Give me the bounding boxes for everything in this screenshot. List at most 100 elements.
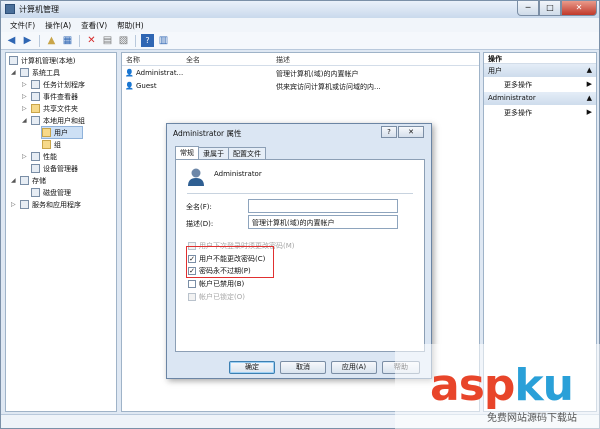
expand-icon[interactable]: ▷ bbox=[22, 93, 30, 100]
dialog-tabs: 常规 隶属于 配置文件 bbox=[175, 146, 266, 159]
account-locked-checkbox: 帐户已锁定(O) bbox=[188, 292, 245, 302]
list-cell-name: Guest bbox=[136, 82, 157, 90]
collapse-icon[interactable]: ◢ bbox=[11, 69, 19, 76]
computer-icon bbox=[9, 56, 18, 65]
dialog-close-button[interactable]: ✕ bbox=[398, 126, 424, 138]
export-icon[interactable]: ▧ bbox=[117, 34, 130, 47]
help-icon[interactable]: ? bbox=[141, 34, 154, 47]
event-viewer-icon bbox=[31, 92, 40, 101]
show-action-pane-icon[interactable]: ▥ bbox=[157, 34, 170, 47]
computer-management-icon bbox=[5, 4, 15, 14]
folder-icon bbox=[42, 140, 51, 149]
users-icon bbox=[31, 116, 40, 125]
clock-icon bbox=[31, 80, 40, 89]
menu-view[interactable]: 查看(V) bbox=[76, 18, 112, 32]
show-tree-icon[interactable]: ▦ bbox=[61, 34, 74, 47]
expand-icon[interactable]: ▷ bbox=[22, 81, 30, 88]
submenu-arrow-icon: ▶ bbox=[586, 80, 592, 88]
username-label: Administrator bbox=[214, 170, 262, 178]
fullname-label: 全名(F): bbox=[186, 203, 212, 211]
menu-help[interactable]: 帮助(H) bbox=[112, 18, 149, 32]
actions-section-users[interactable]: 用户 ▲ bbox=[484, 64, 596, 77]
up-folder-icon[interactable]: ▲ bbox=[45, 34, 58, 47]
column-header-name[interactable]: 名称 bbox=[126, 55, 140, 65]
tree-item-storage[interactable]: ◢ 存储 bbox=[11, 175, 46, 186]
forward-icon[interactable]: ▶ bbox=[21, 34, 34, 47]
minimize-button[interactable]: ─ bbox=[517, 1, 539, 16]
toolbar: ◀ ▶ ▲ ▦ ✕ ▤ ▧ ? ▥ bbox=[1, 32, 599, 50]
tree-item-device-manager[interactable]: 设备管理器 bbox=[31, 163, 78, 174]
window-title: 计算机管理 bbox=[19, 5, 59, 14]
expand-icon[interactable]: ▷ bbox=[22, 153, 30, 160]
fullname-field[interactable] bbox=[248, 199, 398, 213]
general-tab-panel: Administrator 全名(F): 描述(D): 管理计算机(域)的内置帐… bbox=[175, 159, 425, 352]
tree-item-performance[interactable]: ▷ 性能 bbox=[22, 151, 57, 162]
divider bbox=[187, 193, 413, 194]
disk-icon bbox=[31, 188, 40, 197]
maximize-button[interactable]: □ bbox=[539, 1, 561, 16]
apply-button[interactable]: 应用(A) bbox=[331, 361, 377, 374]
column-header-description[interactable]: 描述 bbox=[276, 55, 290, 65]
back-icon[interactable]: ◀ bbox=[5, 34, 18, 47]
account-disabled-checkbox[interactable]: 帐户已禁用(B) bbox=[188, 279, 244, 289]
list-cell-description: 管理计算机(域)的内置帐户 bbox=[276, 70, 359, 78]
tree-item-local-users-groups[interactable]: ◢ 本地用户和组 bbox=[22, 115, 85, 126]
close-button[interactable]: ✕ bbox=[561, 1, 597, 16]
list-cell-name: Administrat... bbox=[136, 69, 184, 77]
expand-icon[interactable]: ▷ bbox=[22, 105, 30, 112]
tab-profile[interactable]: 配置文件 bbox=[228, 147, 266, 159]
shared-folder-icon bbox=[31, 104, 40, 113]
list-row[interactable]: 👤 Guest 供来宾访问计算机或访问域的内... bbox=[122, 81, 479, 93]
list-header: 名称 全名 描述 bbox=[122, 53, 479, 66]
menu-bar: 文件(F) 操作(A) 查看(V) 帮助(H) bbox=[1, 18, 599, 32]
user-icon: 👤 bbox=[125, 82, 134, 90]
cancel-button[interactable]: 取消 bbox=[280, 361, 326, 374]
tree-item-services-apps[interactable]: ▷ 服务和应用程序 bbox=[11, 199, 81, 210]
storage-icon bbox=[20, 176, 29, 185]
highlight-box bbox=[186, 246, 274, 278]
tree-root[interactable]: 计算机管理(本地) bbox=[9, 55, 75, 66]
watermark-subtitle: 免费网站源码下载站 bbox=[487, 413, 577, 424]
tree-item-task-scheduler[interactable]: ▷ 任务计划程序 bbox=[22, 79, 85, 90]
tree-item-disk-management[interactable]: 磁盘管理 bbox=[31, 187, 71, 198]
list-row[interactable]: 👤 Administrat... 管理计算机(域)的内置帐户 bbox=[122, 68, 479, 80]
navigation-tree: 计算机管理(本地) ◢ 系统工具 ▷ 任务计划程序 ▷ 事件查看器 ▷ 共享文件夹 ◢ 本… bbox=[5, 52, 117, 412]
properties-icon[interactable]: ▤ bbox=[101, 34, 114, 47]
more-actions-item[interactable]: 更多操作 ▶ bbox=[484, 105, 596, 120]
actions-header: 操作 bbox=[484, 53, 596, 64]
watermark-logo: aspku bbox=[430, 360, 574, 411]
description-field[interactable]: 管理计算机(域)的内置帐户 bbox=[248, 215, 398, 229]
dialog-help-button[interactable]: ? bbox=[381, 126, 397, 138]
more-actions-item[interactable]: 更多操作 ▶ bbox=[484, 77, 596, 92]
menu-action[interactable]: 操作(A) bbox=[40, 18, 76, 32]
device-manager-icon bbox=[31, 164, 40, 173]
tab-general[interactable]: 常规 bbox=[175, 146, 199, 159]
tab-member-of[interactable]: 隶属于 bbox=[198, 147, 229, 159]
tree-item-users[interactable]: 用户 bbox=[41, 126, 83, 139]
services-icon bbox=[20, 200, 29, 209]
collapse-icon[interactable]: ◢ bbox=[22, 117, 30, 124]
tree-item-shared-folders[interactable]: ▷ 共享文件夹 bbox=[22, 103, 78, 114]
delete-icon[interactable]: ✕ bbox=[85, 34, 98, 47]
properties-dialog: Administrator 属性 ? ✕ 常规 隶属于 配置文件 Adminis… bbox=[166, 123, 432, 379]
tools-icon bbox=[20, 68, 29, 77]
ok-button[interactable]: 确定 bbox=[229, 361, 275, 374]
collapse-arrow-icon[interactable]: ▲ bbox=[587, 94, 592, 102]
folder-icon bbox=[42, 128, 51, 137]
list-cell-description: 供来宾访问计算机或访问域的内... bbox=[276, 83, 381, 91]
performance-icon bbox=[31, 152, 40, 161]
user-icon: 👤 bbox=[125, 69, 134, 77]
expand-icon[interactable]: ▷ bbox=[11, 201, 19, 208]
title-bar: 计算机管理 ─ □ ✕ bbox=[1, 1, 599, 18]
collapse-arrow-icon[interactable]: ▲ bbox=[587, 66, 592, 74]
tree-item-system-tools[interactable]: ◢ 系统工具 bbox=[11, 67, 60, 78]
tree-item-event-viewer[interactable]: ▷ 事件查看器 bbox=[22, 91, 78, 102]
collapse-icon[interactable]: ◢ bbox=[11, 177, 19, 184]
tree-item-groups[interactable]: 组 bbox=[42, 139, 61, 150]
menu-file[interactable]: 文件(F) bbox=[5, 18, 40, 32]
actions-section-administrator[interactable]: Administrator ▲ bbox=[484, 92, 596, 105]
column-header-fullname[interactable]: 全名 bbox=[186, 55, 200, 65]
user-avatar-icon bbox=[188, 168, 204, 186]
description-label: 描述(D): bbox=[186, 220, 214, 228]
dialog-title: Administrator 属性 bbox=[173, 129, 242, 138]
